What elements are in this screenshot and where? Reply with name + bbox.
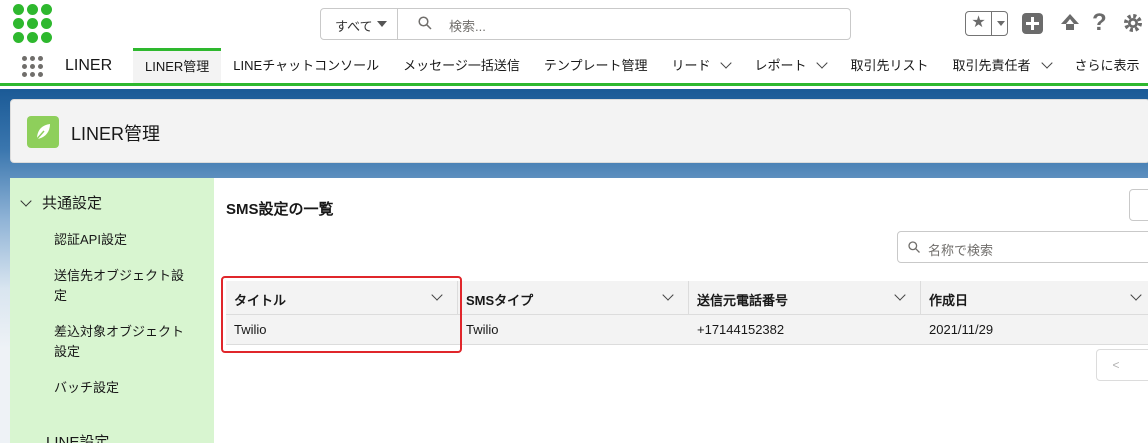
- sidebar-section-label: LINE設定: [46, 434, 110, 443]
- column-header-label: 送信元電話番号: [697, 293, 789, 308]
- column-header-created-date[interactable]: 作成日: [921, 281, 1148, 315]
- nav-item-account-list[interactable]: 取引先リスト: [838, 48, 940, 83]
- global-actions-plus-icon[interactable]: [1022, 13, 1043, 34]
- nav-item-label: さらに表示: [1074, 58, 1140, 73]
- new-button[interactable]: [1129, 189, 1148, 221]
- cell-created-date: 2021/11/29: [929, 322, 994, 337]
- pager-next-button[interactable]: [1135, 349, 1148, 381]
- app-nav-bar: LINER LINER管理 LINEチャットコンソール メッセージ一括送信 テン…: [0, 48, 1148, 86]
- app-launcher-icon[interactable]: [22, 56, 44, 78]
- nav-item-label: LINEチャットコンソール: [233, 58, 380, 73]
- chevron-down-icon[interactable]: [662, 289, 674, 301]
- name-search-input[interactable]: 名称で検索: [897, 231, 1148, 263]
- nav-item-liner-admin[interactable]: LINER管理: [133, 48, 222, 83]
- nav-item-label: 取引先責任者: [952, 58, 1031, 73]
- column-header-sms-type[interactable]: SMSタイプ: [458, 281, 689, 315]
- page-title: LINER管理: [71, 124, 161, 144]
- cell-sms-type: Twilio: [466, 322, 499, 337]
- nav-item-leads[interactable]: リード: [659, 48, 742, 83]
- sidebar-item-auth-api[interactable]: 認証API設定: [54, 230, 127, 250]
- nav-item-label: レポート: [754, 58, 807, 73]
- name-search-placeholder: 名称で検索: [928, 243, 994, 258]
- chevron-down-icon: [20, 195, 32, 207]
- chevron-down-icon[interactable]: [816, 57, 829, 69]
- nav-item-line-chat-console[interactable]: LINEチャットコンソール: [221, 48, 391, 83]
- list-title: SMS設定の一覧: [226, 201, 334, 218]
- nav-item-label: 取引先リスト: [850, 58, 929, 73]
- sidebar-item-merge-object[interactable]: 差込対象オブジェクト設定: [54, 322, 184, 362]
- chevron-down-icon[interactable]: [1130, 289, 1142, 301]
- nav-item-contacts[interactable]: 取引先責任者: [941, 48, 1063, 83]
- highlight-annotation-box: [221, 276, 462, 353]
- global-search: すべて 検索...: [320, 8, 851, 40]
- cell-from-number: +17144152382: [697, 322, 785, 337]
- chevron-down-icon[interactable]: [720, 57, 733, 69]
- global-header: すべて 検索... ★ ?: [0, 0, 1148, 48]
- nav-items: LINER管理 LINEチャットコンソール メッセージ一括送信 テンプレート管理…: [133, 48, 1148, 83]
- column-header-label: SMSタイプ: [466, 293, 534, 308]
- leaf-icon: [27, 116, 59, 148]
- sidebar-item-destination-object[interactable]: 送信先オブジェクト設定: [54, 266, 184, 306]
- search-input[interactable]: 検索...: [449, 16, 486, 35]
- nav-item-label: リード: [671, 58, 711, 73]
- nav-item-reports[interactable]: レポート: [742, 48, 838, 83]
- favorites-button-group: ★: [965, 11, 1008, 36]
- page-header: LINER管理: [10, 99, 1148, 163]
- column-header-label: 作成日: [929, 293, 969, 308]
- favorites-dropdown-icon[interactable]: [997, 21, 1005, 26]
- sidebar-item-batch[interactable]: バッチ設定: [54, 378, 119, 398]
- search-icon: [418, 16, 432, 30]
- app-logo-icon[interactable]: [13, 4, 53, 44]
- nav-item-label: LINER管理: [145, 59, 210, 74]
- nav-item-label: テンプレート管理: [543, 58, 648, 73]
- column-header-from-number[interactable]: 送信元電話番号: [689, 281, 921, 315]
- nav-item-bulk-message[interactable]: メッセージ一括送信: [391, 48, 532, 83]
- sidebar-section-label: 共通設定: [42, 195, 103, 212]
- search-scope-label: すべて: [335, 19, 373, 34]
- chevron-down-icon[interactable]: [1040, 57, 1053, 69]
- app-name: LINER: [65, 57, 113, 74]
- caret-down-icon: [377, 21, 387, 27]
- sidebar-section-line[interactable]: LINE設定: [22, 431, 109, 443]
- trailhead-icon[interactable]: [1059, 12, 1081, 34]
- nav-item-label: メッセージ一括送信: [403, 58, 520, 73]
- search-scope-select[interactable]: すべて: [321, 9, 398, 39]
- favorite-star-icon[interactable]: ★: [966, 12, 992, 35]
- chevron-down-icon[interactable]: [894, 289, 906, 301]
- nav-item-template-admin[interactable]: テンプレート管理: [532, 48, 660, 83]
- nav-item-more[interactable]: さらに表示: [1063, 48, 1148, 83]
- help-icon[interactable]: ?: [1092, 9, 1112, 36]
- pager-prev-button[interactable]: <: [1096, 349, 1136, 381]
- gear-icon[interactable]: [1122, 12, 1144, 34]
- settings-sidebar: 共通設定 認証API設定 送信先オブジェクト設定 差込対象オブジェクト設定 バッ…: [10, 178, 214, 443]
- sidebar-section-common[interactable]: 共通設定: [20, 192, 103, 213]
- search-icon: [908, 241, 920, 253]
